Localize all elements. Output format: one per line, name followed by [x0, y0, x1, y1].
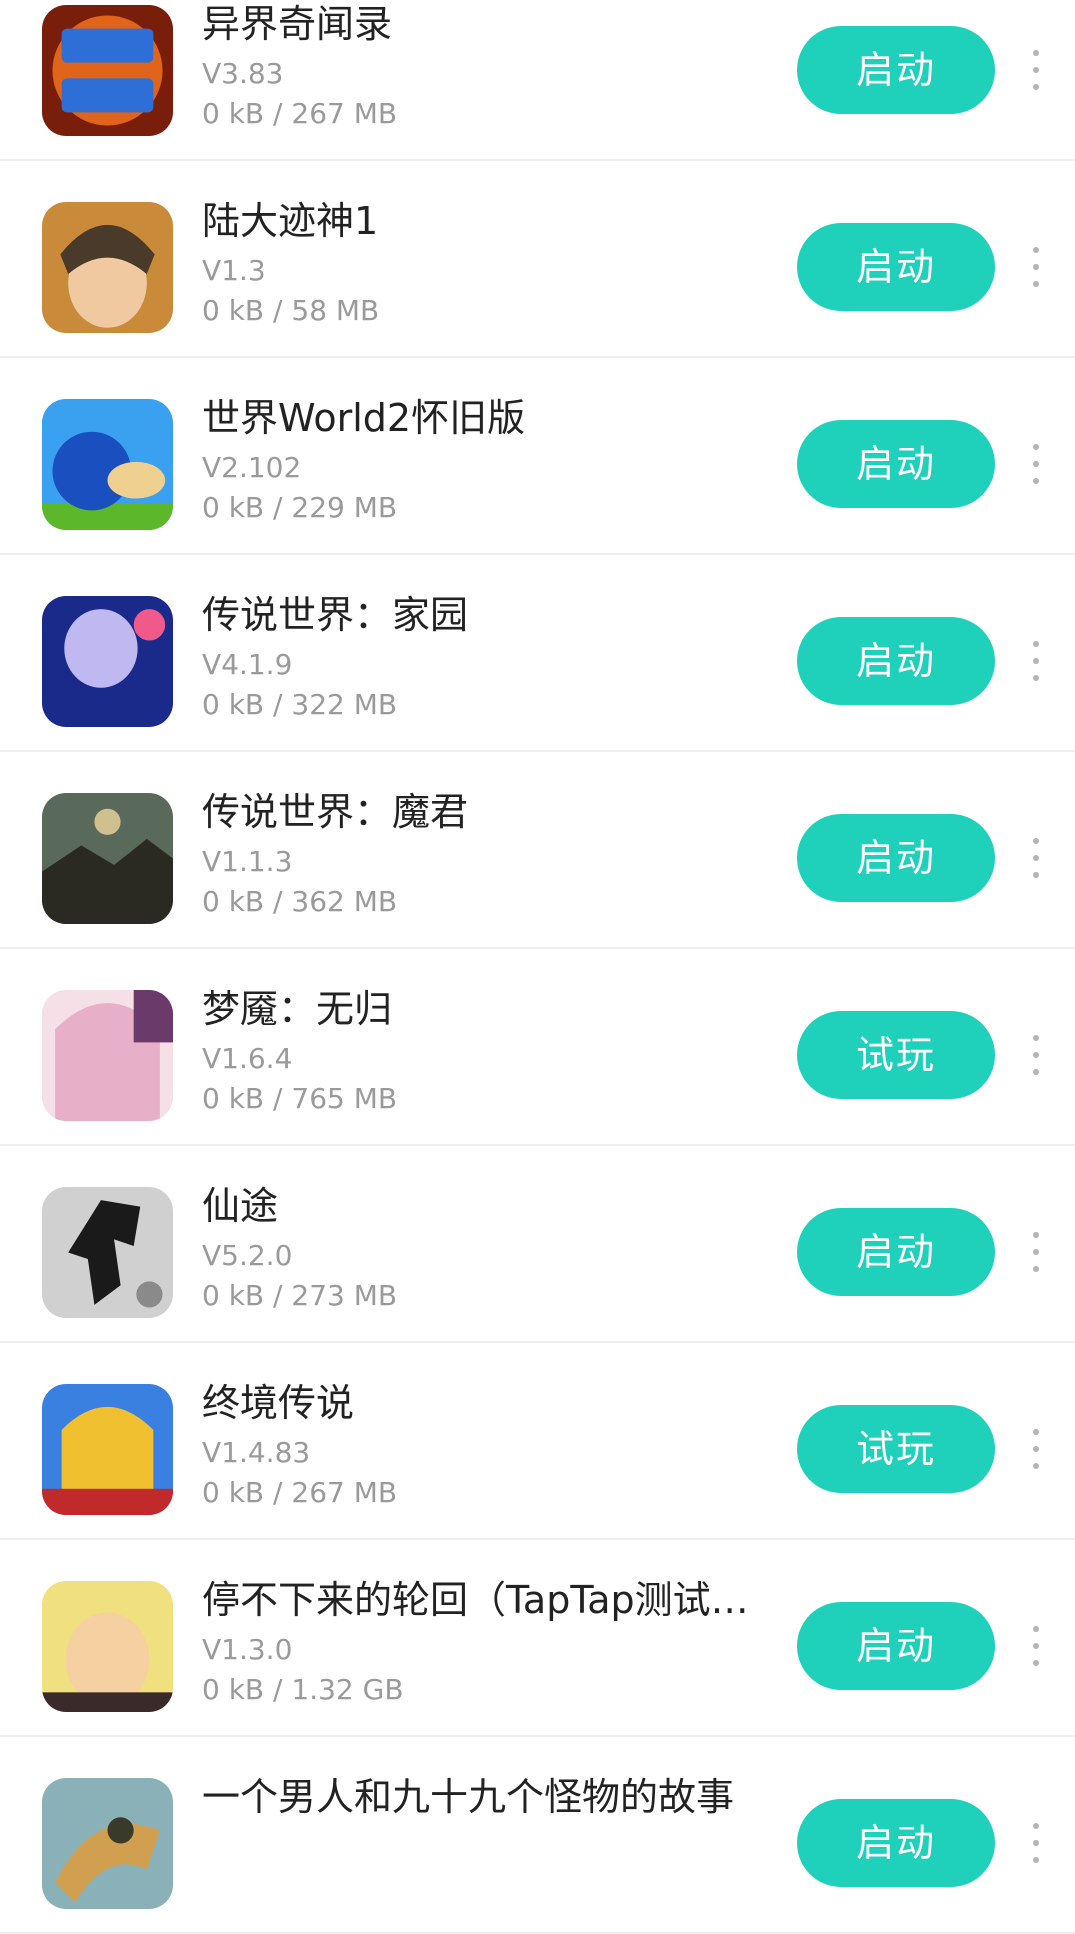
game-size: 0 kB / 267 MB — [202, 1476, 398, 1509]
game-icon[interactable] — [42, 5, 173, 136]
game-version: V2.102 — [202, 451, 302, 484]
game-icon[interactable] — [42, 1384, 173, 1515]
game-icon[interactable] — [42, 1581, 173, 1712]
launch-button[interactable]: 启动 — [797, 617, 995, 705]
game-icon[interactable] — [42, 202, 173, 333]
game-title: 陆大迹神1 — [202, 199, 379, 243]
list-item[interactable]: 陆大迹神1 V1.3 0 kB / 58 MB 启动 — [0, 161, 1075, 358]
game-version: V1.3 — [202, 254, 266, 287]
game-icon[interactable] — [42, 399, 173, 530]
game-title: 世界World2怀旧版 — [202, 396, 526, 440]
game-size: 0 kB / 362 MB — [202, 885, 398, 918]
more-vertical-icon[interactable] — [1018, 1226, 1054, 1278]
game-title: 梦魇：无归 — [202, 987, 393, 1031]
game-icon[interactable] — [42, 990, 173, 1121]
game-version: V5.2.0 — [202, 1239, 293, 1272]
launch-button[interactable]: 启动 — [797, 814, 995, 902]
list-item[interactable]: 仙途 V5.2.0 0 kB / 273 MB 启动 — [0, 1146, 1075, 1343]
game-title: 传说世界：魔君 — [202, 790, 469, 834]
trial-button[interactable]: 试玩 — [797, 1405, 995, 1493]
game-size: 0 kB / 58 MB — [202, 294, 380, 327]
list-item[interactable]: 停不下来的轮回（TapTap测试… V1.3.0 0 kB / 1.32 GB … — [0, 1540, 1075, 1737]
game-size: 0 kB / 1.32 GB — [202, 1673, 404, 1706]
trial-button[interactable]: 试玩 — [797, 1011, 995, 1099]
game-size: 0 kB / 267 MB — [202, 97, 398, 130]
game-size: 0 kB / 765 MB — [202, 1082, 398, 1115]
launch-button[interactable]: 启动 — [797, 1799, 995, 1887]
launch-button[interactable]: 启动 — [797, 1602, 995, 1690]
launch-button[interactable]: 启动 — [797, 26, 995, 114]
game-icon[interactable] — [42, 793, 173, 924]
game-icon[interactable] — [42, 596, 173, 727]
more-vertical-icon[interactable] — [1018, 438, 1054, 490]
game-version: V4.1.9 — [202, 648, 293, 681]
list-item[interactable]: 终境传说 V1.4.83 0 kB / 267 MB 试玩 — [0, 1343, 1075, 1540]
game-size: 0 kB / 322 MB — [202, 688, 398, 721]
game-size: 0 kB / 273 MB — [202, 1279, 398, 1312]
more-vertical-icon[interactable] — [1018, 1620, 1054, 1672]
game-size: 0 kB / 229 MB — [202, 491, 398, 524]
game-icon[interactable] — [42, 1187, 173, 1318]
game-version: V1.1.3 — [202, 845, 293, 878]
game-title: 传说世界：家园 — [202, 593, 469, 637]
game-version: V1.4.83 — [202, 1436, 311, 1469]
list-item[interactable]: 传说世界：魔君 V1.1.3 0 kB / 362 MB 启动 — [0, 752, 1075, 949]
more-vertical-icon[interactable] — [1018, 1423, 1054, 1475]
more-vertical-icon[interactable] — [1018, 241, 1054, 293]
more-vertical-icon[interactable] — [1018, 44, 1054, 96]
game-title: 异界奇闻录 — [202, 2, 393, 46]
more-vertical-icon[interactable] — [1018, 635, 1054, 687]
list-item[interactable]: 世界World2怀旧版 V2.102 0 kB / 229 MB 启动 — [0, 358, 1075, 555]
launch-button[interactable]: 启动 — [797, 223, 995, 311]
list-item[interactable]: 异界奇闻录 V3.83 0 kB / 267 MB 启动 — [0, 0, 1075, 161]
game-version: V3.83 — [202, 57, 284, 90]
launch-button[interactable]: 启动 — [797, 420, 995, 508]
game-icon[interactable] — [42, 1778, 173, 1909]
game-list: 异界奇闻录 V3.83 0 kB / 267 MB 启动 陆大迹神1 V1.3 … — [0, 0, 1075, 1934]
game-title: 一个男人和九十九个怪物的故事 — [202, 1775, 735, 1819]
game-title: 仙途 — [202, 1184, 279, 1228]
launch-button[interactable]: 启动 — [797, 1208, 995, 1296]
game-title: 终境传说 — [202, 1381, 355, 1425]
list-item[interactable]: 梦魇：无归 V1.6.4 0 kB / 765 MB 试玩 — [0, 949, 1075, 1146]
game-version: V1.3.0 — [202, 1633, 293, 1666]
list-item[interactable]: 传说世界：家园 V4.1.9 0 kB / 322 MB 启动 — [0, 555, 1075, 752]
game-version: V1.6.4 — [202, 1042, 293, 1075]
more-vertical-icon[interactable] — [1018, 832, 1054, 884]
list-item[interactable]: 一个男人和九十九个怪物的故事 启动 — [0, 1737, 1075, 1934]
more-vertical-icon[interactable] — [1018, 1029, 1054, 1081]
more-vertical-icon[interactable] — [1018, 1817, 1054, 1869]
game-title: 停不下来的轮回（TapTap测试… — [202, 1578, 749, 1622]
